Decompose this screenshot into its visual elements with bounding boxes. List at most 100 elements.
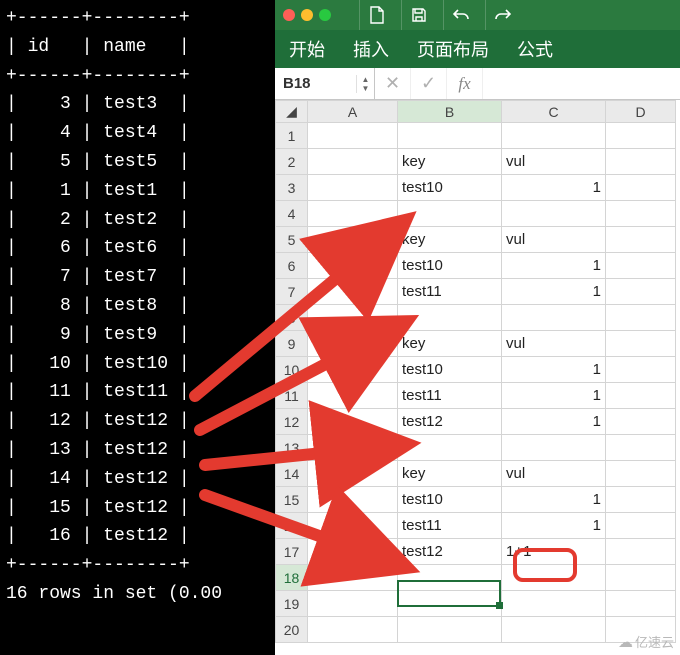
cell[interactable] xyxy=(502,201,606,227)
cell[interactable]: vul xyxy=(502,227,606,253)
cell[interactable] xyxy=(502,435,606,461)
cell[interactable] xyxy=(308,201,398,227)
cell[interactable] xyxy=(606,435,676,461)
row-header[interactable]: 3 xyxy=(276,175,308,201)
row-header[interactable]: 9 xyxy=(276,331,308,357)
cell[interactable] xyxy=(308,383,398,409)
cell[interactable] xyxy=(308,331,398,357)
cell[interactable] xyxy=(398,565,502,591)
tab-insert[interactable]: 插入 xyxy=(339,30,403,68)
save-icon[interactable] xyxy=(401,0,435,30)
cell[interactable] xyxy=(398,435,502,461)
cell[interactable] xyxy=(606,487,676,513)
row-header[interactable]: 7 xyxy=(276,279,308,305)
cell[interactable]: test12 xyxy=(398,539,502,565)
select-all-corner[interactable]: ◢ xyxy=(276,101,308,123)
row-header[interactable]: 19 xyxy=(276,591,308,617)
fx-button[interactable]: fx xyxy=(447,68,483,99)
cell[interactable] xyxy=(308,513,398,539)
cell[interactable] xyxy=(308,149,398,175)
column-header-c[interactable]: C xyxy=(502,101,606,123)
cell[interactable]: test11 xyxy=(398,513,502,539)
name-box-dropdown[interactable]: ▲ ▼ xyxy=(356,75,374,93)
formula-input[interactable] xyxy=(483,68,680,99)
cell[interactable] xyxy=(308,253,398,279)
cell[interactable]: key xyxy=(398,149,502,175)
cell[interactable] xyxy=(502,591,606,617)
cell[interactable]: 1 xyxy=(502,357,606,383)
cell[interactable] xyxy=(606,123,676,149)
redo-icon[interactable] xyxy=(485,0,519,30)
cell[interactable]: test10 xyxy=(398,175,502,201)
cell[interactable]: 1 xyxy=(502,383,606,409)
row-header[interactable]: 12 xyxy=(276,409,308,435)
cell[interactable] xyxy=(308,305,398,331)
cell[interactable] xyxy=(308,539,398,565)
cell[interactable] xyxy=(606,227,676,253)
cell[interactable] xyxy=(308,357,398,383)
cell[interactable]: test10 xyxy=(398,253,502,279)
cell[interactable]: key xyxy=(398,331,502,357)
row-header[interactable]: 20 xyxy=(276,617,308,643)
cell[interactable]: test11 xyxy=(398,383,502,409)
row-header[interactable]: 15 xyxy=(276,487,308,513)
new-file-icon[interactable] xyxy=(359,0,393,30)
tab-home[interactable]: 开始 xyxy=(275,30,339,68)
name-box[interactable]: B18 ▲ ▼ xyxy=(275,68,375,99)
undo-icon[interactable] xyxy=(443,0,477,30)
row-header[interactable]: 17 xyxy=(276,539,308,565)
cell[interactable]: 1 xyxy=(502,487,606,513)
cell[interactable] xyxy=(502,617,606,643)
formula-enter-button[interactable]: ✓ xyxy=(411,68,447,99)
cell[interactable] xyxy=(308,487,398,513)
cell[interactable] xyxy=(502,123,606,149)
cell[interactable] xyxy=(606,305,676,331)
cell[interactable] xyxy=(308,617,398,643)
tab-formula[interactable]: 公式 xyxy=(503,30,567,68)
cell[interactable]: test10 xyxy=(398,357,502,383)
cell[interactable] xyxy=(606,357,676,383)
cell[interactable] xyxy=(308,175,398,201)
cell[interactable] xyxy=(606,201,676,227)
cell[interactable] xyxy=(502,565,606,591)
cell[interactable] xyxy=(308,565,398,591)
window-minimize-button[interactable] xyxy=(301,9,313,21)
cell[interactable] xyxy=(308,227,398,253)
cell[interactable]: 1 xyxy=(502,409,606,435)
row-header[interactable]: 16 xyxy=(276,513,308,539)
cell[interactable] xyxy=(308,279,398,305)
cell[interactable] xyxy=(606,175,676,201)
cell[interactable] xyxy=(308,435,398,461)
cell[interactable] xyxy=(606,383,676,409)
cell[interactable]: test10 xyxy=(398,487,502,513)
cell[interactable] xyxy=(606,279,676,305)
cell[interactable] xyxy=(398,617,502,643)
cell[interactable]: test12 xyxy=(398,409,502,435)
row-header[interactable]: 6 xyxy=(276,253,308,279)
cell[interactable]: 1 xyxy=(502,513,606,539)
tab-page-layout[interactable]: 页面布局 xyxy=(403,30,503,68)
cell[interactable] xyxy=(308,123,398,149)
cell[interactable] xyxy=(606,565,676,591)
window-zoom-button[interactable] xyxy=(319,9,331,21)
window-close-button[interactable] xyxy=(283,9,295,21)
cell[interactable]: 1+1 xyxy=(502,539,606,565)
spreadsheet-grid[interactable]: ◢ A B C D 1 2keyvul 3test101 4 5keyvul 6… xyxy=(275,100,676,643)
cell[interactable] xyxy=(606,331,676,357)
cell[interactable]: vul xyxy=(502,331,606,357)
row-header[interactable]: 4 xyxy=(276,201,308,227)
cell[interactable] xyxy=(398,123,502,149)
column-header-d[interactable]: D xyxy=(606,101,676,123)
cell[interactable] xyxy=(398,305,502,331)
cell[interactable]: 1 xyxy=(502,253,606,279)
cell[interactable] xyxy=(606,409,676,435)
row-header[interactable]: 8 xyxy=(276,305,308,331)
cell[interactable] xyxy=(398,201,502,227)
cell[interactable] xyxy=(606,513,676,539)
cell[interactable]: vul xyxy=(502,461,606,487)
cell[interactable] xyxy=(308,409,398,435)
row-header[interactable]: 1 xyxy=(276,123,308,149)
column-header-b[interactable]: B xyxy=(398,101,502,123)
cell[interactable]: test11 xyxy=(398,279,502,305)
cell[interactable] xyxy=(308,591,398,617)
